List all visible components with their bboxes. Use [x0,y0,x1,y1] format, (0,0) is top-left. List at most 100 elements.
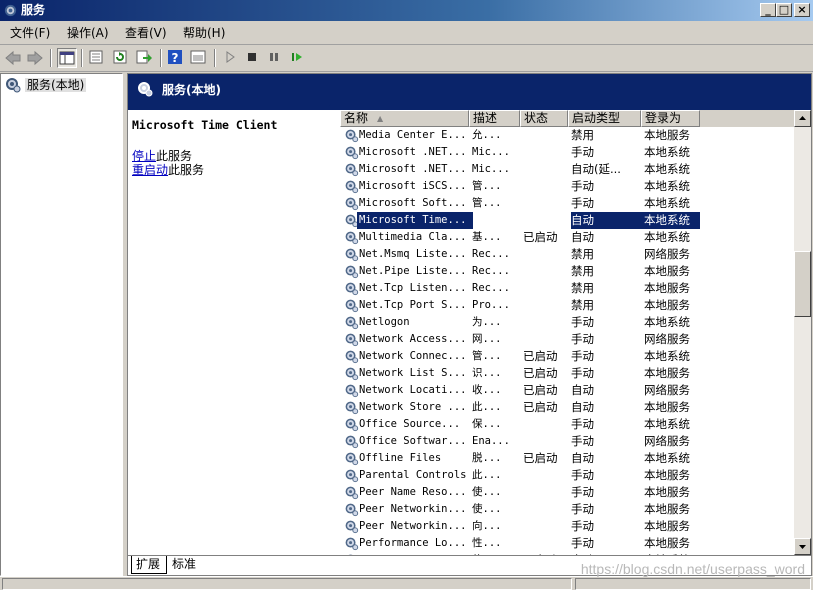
console-tree: 服务(本地) [0,73,123,576]
show-hide-tree-icon[interactable] [57,48,77,68]
scrollbar-thumb[interactable] [794,251,811,317]
minimize-button[interactable]: _ [760,3,776,17]
service-logon-as: 本地服务 [644,536,690,550]
menu-file[interactable]: 文件(F) [10,26,50,40]
service-status: 已启动 [523,400,558,414]
restart-icon[interactable] [288,48,308,68]
service-startup-type: 手动 [571,434,594,448]
stop-icon[interactable] [243,48,263,68]
service-startup-type: 手动 [571,536,594,550]
refresh-icon[interactable] [111,48,131,68]
pane-header: 服务(本地) [128,74,811,110]
service-description: 识... [472,367,502,379]
service-row[interactable]: Peer Name Reso... 使... 手动 本地服务 [340,484,798,501]
service-startup-type: 自动 [571,383,594,397]
menu-action[interactable]: 操作(A) [67,26,109,40]
service-row[interactable]: Network Locati... 收... 已启动 自动 网络服务 [340,382,798,399]
console-icon[interactable] [189,48,209,68]
service-row[interactable]: Media Center E... 允... 禁用 本地服务 [340,127,798,144]
column-status[interactable]: 状态 [520,110,568,127]
start-icon[interactable] [221,48,241,68]
back-icon[interactable] [3,48,23,68]
service-row[interactable]: Office Softwar... Ena... 手动 网络服务 [340,433,798,450]
service-gear-icon [345,316,359,330]
service-name: Network Locati... [359,384,467,396]
help-icon[interactable]: ? [166,48,186,68]
service-name: Network Store ... [359,401,467,413]
service-row[interactable]: Network Access... 网... 手动 网络服务 [340,331,798,348]
column-startup-type[interactable]: 启动类型 [568,110,641,127]
service-gear-icon [345,265,359,279]
service-row[interactable]: Netlogon 为... 手动 本地系统 [340,314,798,331]
services-pane: 服务(本地) Microsoft Time Client 停止此服务 重启动此服… [127,73,812,576]
column-logon-as[interactable]: 登录为 [641,110,700,127]
pause-icon[interactable] [265,48,285,68]
service-gear-icon [345,180,359,194]
service-name: Multimedia Cla... [359,231,467,243]
service-logon-as: 网络服务 [644,434,690,448]
restore-button[interactable]: □ [776,3,792,17]
service-row[interactable]: Net.Tcp Listen... Rec... 禁用 本地服务 [340,280,798,297]
close-button[interactable]: × [794,3,810,17]
service-logon-as: 本地服务 [644,485,690,499]
service-logon-as: 本地系统 [644,315,690,329]
tree-node-label: 服务(本地) [25,78,87,92]
service-name: Microsoft .NET... [359,146,467,158]
service-status: 已启动 [523,383,558,397]
service-description: 管... [472,197,502,209]
service-row[interactable]: Offline Files 脱... 已启动 自动 本地系统 [340,450,798,467]
export-icon[interactable] [135,48,155,68]
service-row[interactable]: Microsoft .NET... Mic... 自动(延... 本地系统 [340,161,798,178]
menu-help[interactable]: 帮助(H) [183,26,225,40]
service-logon-as: 本地服务 [644,366,690,380]
service-row[interactable]: Peer Networkin... 向... 手动 本地服务 [340,518,798,535]
service-row[interactable]: Net.Pipe Liste... Rec... 禁用 本地服务 [340,263,798,280]
service-name: Parental Controls [359,469,467,481]
service-startup-type: 手动 [571,145,594,159]
service-row[interactable]: Network Connec... 管... 已启动 手动 本地系统 [340,348,798,365]
service-description: Mic... [472,163,510,175]
column-description[interactable]: 描述 [469,110,520,127]
service-status: 已启动 [523,451,558,465]
tab-extended[interactable]: 扩展 [131,556,168,574]
toolbar-separator [214,49,216,67]
restart-action: 重启动此服务 [132,161,204,178]
toolbar-separator [50,49,52,67]
column-name[interactable]: 名称 ▲ [340,110,469,127]
service-row[interactable]: Microsoft Soft... 管... 手动 本地系统 [340,195,798,212]
service-row[interactable]: Multimedia Cla... 基... 已启动 自动 本地系统 [340,229,798,246]
svg-text:?: ? [172,51,179,65]
service-logon-as: 本地服务 [644,281,690,295]
service-row[interactable]: Network Store ... 此... 已启动 自动 本地服务 [340,399,798,416]
tab-standard[interactable]: 标准 [168,556,202,574]
service-row[interactable]: Microsoft iSCS... 管... 手动 本地系统 [340,178,798,195]
service-row[interactable]: Net.Msmq Liste... Rec... 禁用 网络服务 [340,246,798,263]
service-startup-type: 手动 [571,332,594,346]
service-name: Office Softwar... [359,435,467,447]
service-description: 使... [472,486,502,498]
vertical-scrollbar[interactable] [794,110,811,555]
scroll-down-button[interactable] [794,538,811,555]
forward-icon[interactable] [25,48,45,68]
toolbar-separator [81,49,83,67]
service-row[interactable]: Microsoft .NET... Mic... 手动 本地系统 [340,144,798,161]
service-row[interactable]: Peer Networkin... 使... 手动 本地服务 [340,501,798,518]
service-name: Network List S... [359,367,467,379]
service-row[interactable]: Network List S... 识... 已启动 手动 本地服务 [340,365,798,382]
service-startup-type: 手动 [571,366,594,380]
service-description: 性... [472,537,502,549]
service-row[interactable]: Office Source... 保... 手动 本地系统 [340,416,798,433]
restart-service-link[interactable]: 重启动 [132,163,168,177]
service-logon-as: 本地系统 [644,212,700,229]
service-row[interactable]: Net.Tcp Port S... Pro... 禁用 本地服务 [340,297,798,314]
service-name: Peer Name Reso... [359,486,467,498]
service-startup-type: 禁用 [571,264,594,278]
service-row[interactable]: Parental Controls 此... 手动 本地服务 [340,467,798,484]
service-logon-as: 本地系统 [644,179,690,193]
service-row[interactable]: Performance Lo... 性... 手动 本地服务 [340,535,798,552]
menu-view[interactable]: 查看(V) [125,26,167,40]
service-row[interactable]: Microsoft Time... 自动 本地系统 [340,212,798,229]
service-name: Net.Msmq Liste... [359,248,467,260]
properties-icon[interactable] [87,48,107,68]
scroll-up-button[interactable] [794,110,811,127]
